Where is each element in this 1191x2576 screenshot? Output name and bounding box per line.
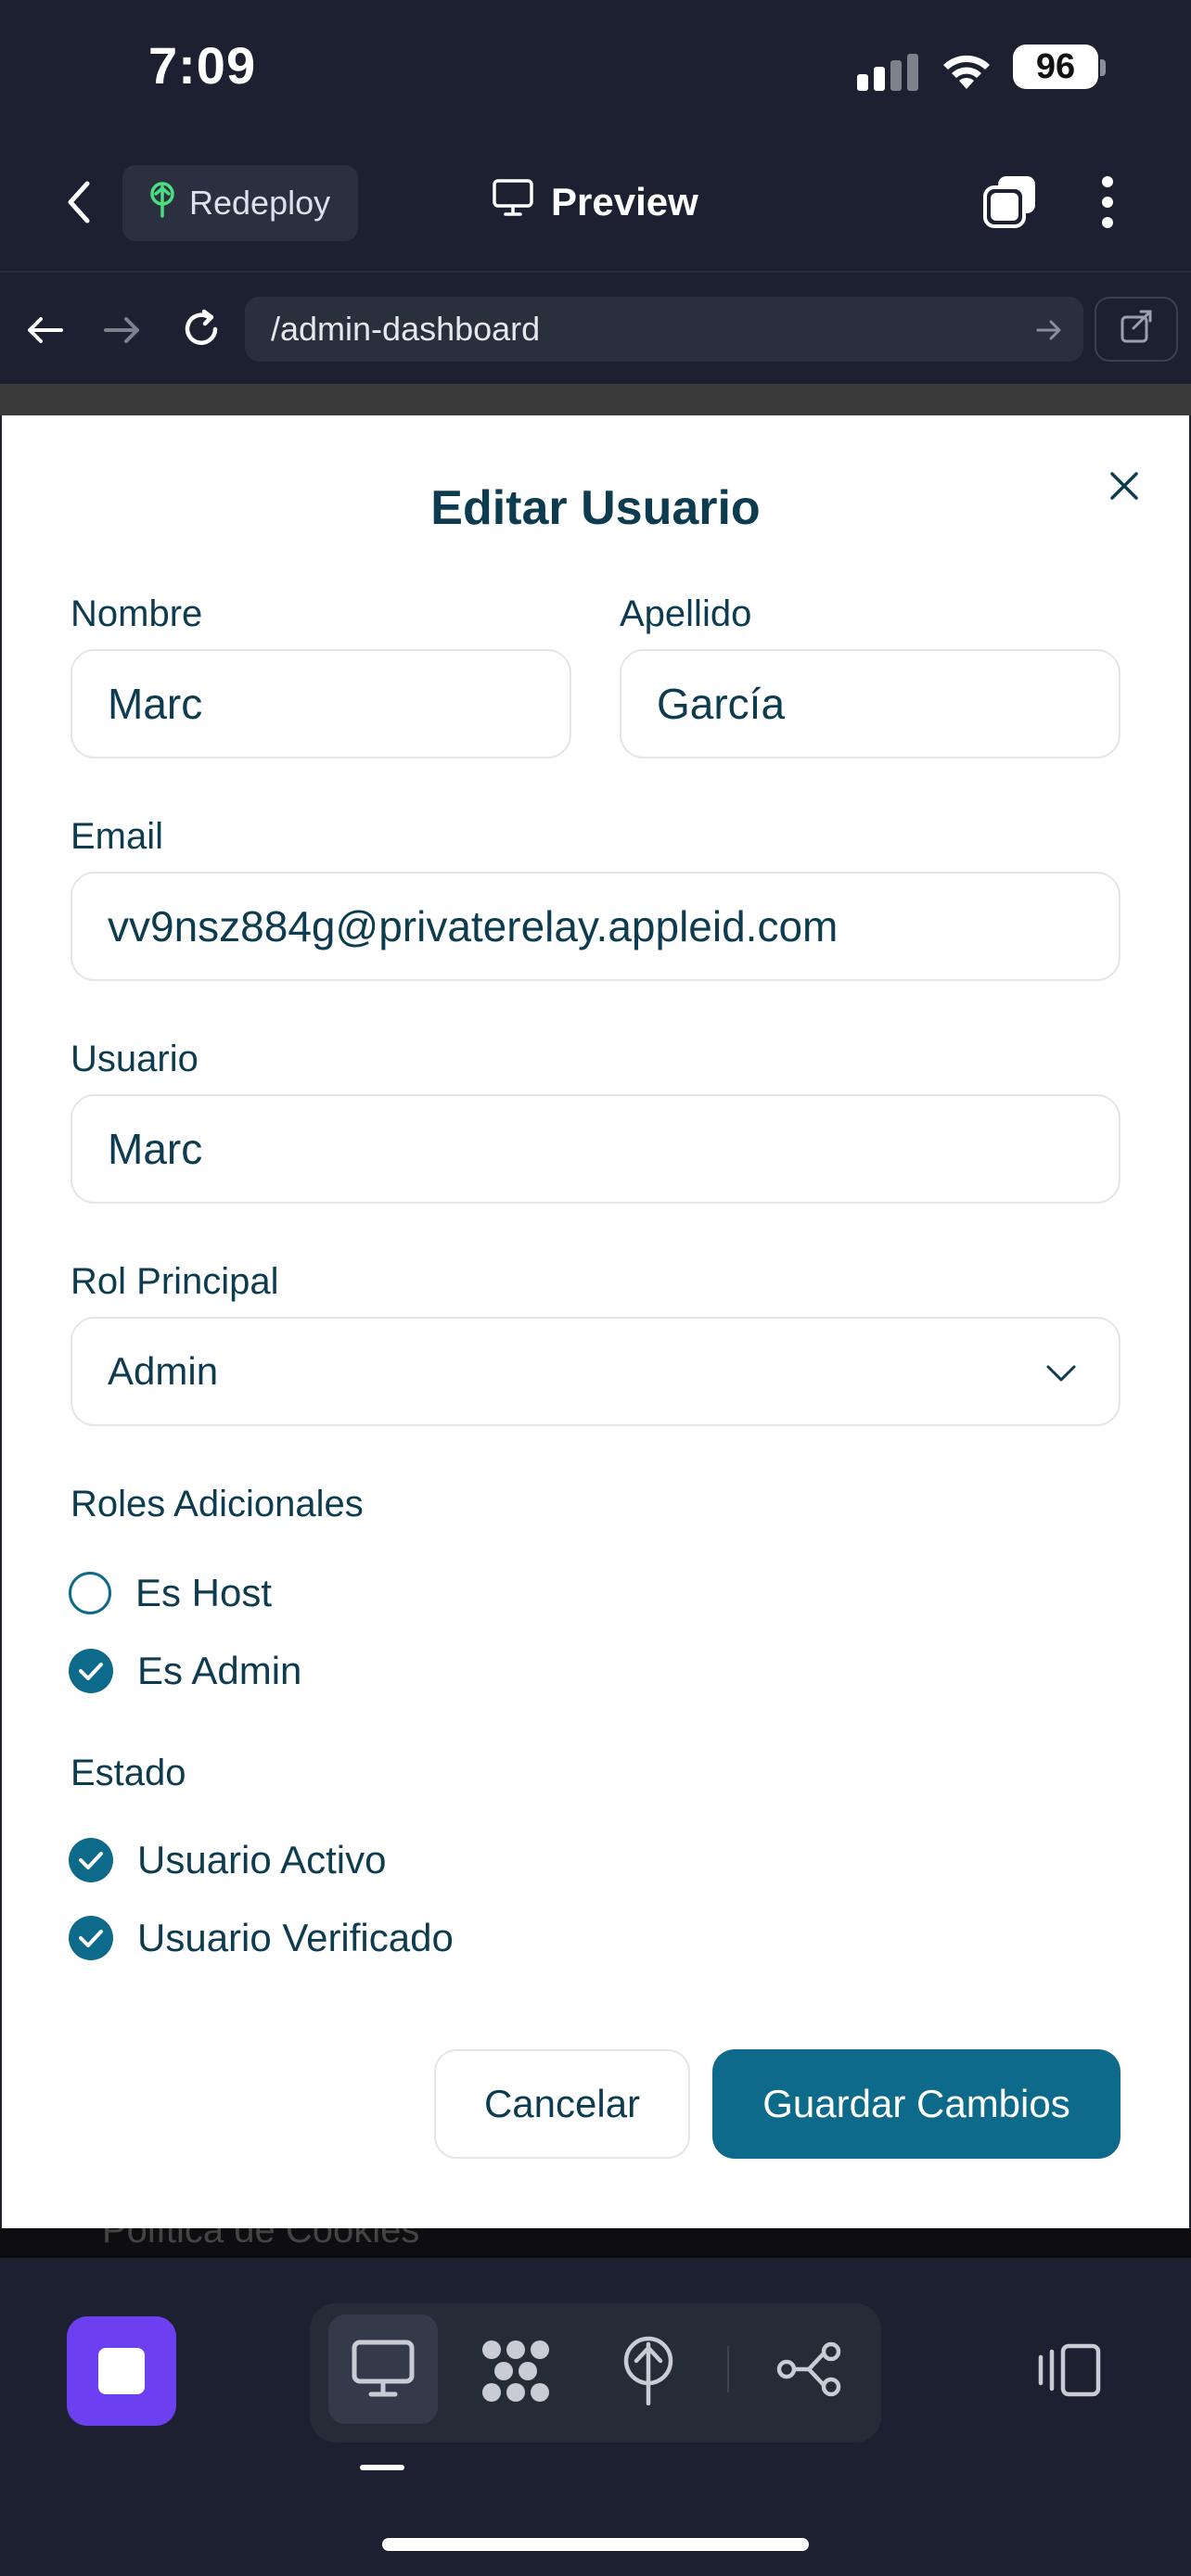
browser-back-icon[interactable] [24, 312, 65, 349]
es-host-label: Es Host [135, 1571, 273, 1614]
chevron-down-icon [1046, 1365, 1076, 1382]
save-changes-button[interactable]: Guardar Cambios [712, 2049, 1121, 2159]
redeploy-label: Redeploy [189, 184, 331, 222]
wifi-icon [939, 48, 994, 91]
signal-icon [857, 54, 920, 91]
more-menu-icon[interactable] [1095, 174, 1121, 230]
deploy-icon[interactable] [620, 2335, 677, 2406]
reload-icon[interactable] [178, 306, 224, 352]
redeploy-button[interactable]: Redeploy [122, 165, 358, 241]
back-button[interactable] [58, 176, 102, 228]
nombre-input[interactable]: Marc [70, 649, 571, 759]
rol-principal-select[interactable]: Admin [70, 1317, 1121, 1426]
unchecked-circle-icon [69, 1572, 111, 1614]
checkmark-circle-icon [69, 1649, 113, 1693]
preview-label: Preview [551, 180, 698, 223]
monitor-icon [492, 178, 534, 226]
nombre-label: Nombre [70, 593, 203, 634]
usuario-verificado-checkbox[interactable]: Usuario Verificado [69, 1916, 454, 1960]
email-input[interactable]: vv9nsz884g@privaterelay.appleid.com [70, 872, 1121, 981]
roles-adicionales-heading: Roles Adicionales [70, 1484, 364, 1524]
url-go-icon[interactable] [1035, 317, 1063, 343]
modal-title: Editar Usuario [430, 481, 761, 535]
estado-heading: Estado [70, 1753, 186, 1793]
preview-title[interactable]: Preview [492, 172, 698, 232]
apellido-input[interactable]: García [620, 649, 1121, 759]
apellido-value: García [657, 680, 786, 728]
stop-icon [98, 2348, 145, 2394]
status-time: 7:09 [148, 36, 257, 95]
email-label: Email [70, 816, 164, 857]
email-value: vv9nsz884g@privaterelay.appleid.com [108, 902, 839, 950]
grid-pattern-icon[interactable] [480, 2339, 551, 2404]
usuario-verificado-label: Usuario Verificado [137, 1916, 454, 1959]
checkmark-circle-icon [69, 1838, 113, 1882]
nombre-value: Marc [108, 680, 203, 728]
stop-button[interactable] [67, 2316, 176, 2426]
usuario-value: Marc [108, 1125, 203, 1173]
es-admin-checkbox[interactable]: Es Admin [69, 1649, 301, 1693]
apellido-label: Apellido [620, 593, 752, 634]
cookie-policy-link: Política de Cookies [102, 2228, 420, 2251]
es-host-checkbox[interactable]: Es Host [69, 1571, 272, 1615]
external-link-icon [1121, 310, 1152, 343]
usuario-label: Usuario [70, 1039, 198, 1079]
url-field[interactable]: /admin-dashboard [245, 297, 1083, 362]
browser-forward-icon[interactable] [102, 312, 143, 349]
home-indicator [382, 2538, 809, 2551]
open-external-button[interactable] [1095, 297, 1178, 362]
battery-cap [1100, 59, 1106, 76]
close-icon [1110, 472, 1138, 500]
checkmark-circle-icon [69, 1916, 113, 1960]
usuario-input[interactable]: Marc [70, 1094, 1121, 1204]
desktop-preview-icon[interactable] [351, 2339, 416, 2400]
usuario-activo-label: Usuario Activo [137, 1838, 387, 1881]
rol-principal-label: Rol Principal [70, 1261, 279, 1302]
cancel-button[interactable]: Cancelar [434, 2049, 690, 2159]
usuario-activo-checkbox[interactable]: Usuario Activo [69, 1838, 386, 1882]
tabs-icon[interactable] [981, 172, 1039, 230]
rol-principal-value: Admin [108, 1349, 219, 1393]
page-shade [0, 384, 1191, 415]
battery-indicator: 96 [1013, 45, 1098, 89]
redeploy-icon [147, 181, 178, 226]
background-page-peek: Política de Cookies [0, 2228, 1191, 2258]
close-button[interactable] [1098, 460, 1150, 512]
active-tab-indicator [360, 2465, 404, 2470]
es-admin-label: Es Admin [137, 1649, 302, 1692]
tool-separator [727, 2346, 729, 2392]
app-bar-divider [0, 271, 1191, 273]
workflow-icon[interactable] [775, 2340, 844, 2398]
panel-toggle-icon[interactable] [1035, 2342, 1102, 2398]
